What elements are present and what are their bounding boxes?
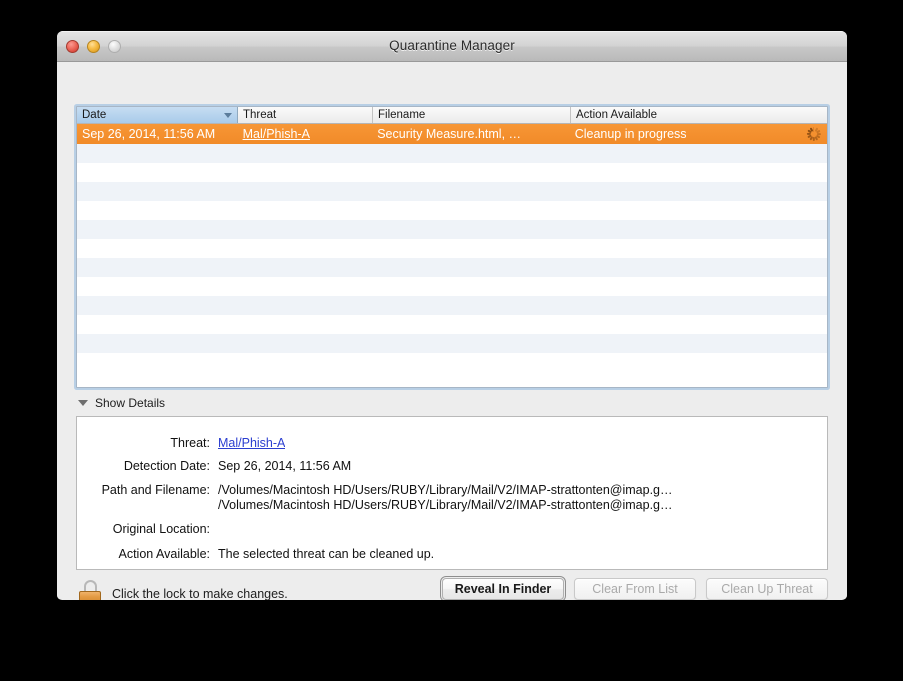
table-row-empty[interactable] xyxy=(77,353,827,372)
action-button-row: Reveal In Finder Clear From List Clean U… xyxy=(440,576,828,600)
table-row[interactable]: Sep 26, 2014, 11:56 AM Mal/Phish-A Secur… xyxy=(77,124,827,144)
lock-hint-text: Click the lock to make changes. xyxy=(112,586,288,601)
cell-threat[interactable]: Mal/Phish-A xyxy=(238,127,373,141)
detail-label-detection-date: Detection Date: xyxy=(123,459,210,473)
detail-value-action-available: The selected threat can be cleaned up. xyxy=(218,547,435,561)
table-row-empty[interactable] xyxy=(77,277,827,296)
detail-label-path: Path and Filename: xyxy=(101,483,210,497)
detail-value-detection-date: Sep 26, 2014, 11:56 AM xyxy=(218,459,352,473)
show-details-disclosure[interactable]: Show Details xyxy=(78,396,165,410)
column-header-threat[interactable]: Threat xyxy=(238,107,373,123)
detail-row-detection-date: Detection Date: Sep 26, 2014, 11:56 AM xyxy=(77,459,827,473)
sort-descending-icon xyxy=(224,113,232,118)
spinner-icon xyxy=(806,127,821,142)
table-body: Sep 26, 2014, 11:56 AM Mal/Phish-A Secur… xyxy=(77,124,827,387)
detail-label-action-available: Action Available: xyxy=(118,547,211,561)
lock-body xyxy=(79,591,101,600)
detail-label-threat: Threat: xyxy=(170,436,210,450)
clean-up-threat-button[interactable]: Clean Up Threat xyxy=(706,578,828,600)
details-panel: Threat: Mal/Phish-A Detection Date: Sep … xyxy=(76,416,828,570)
column-header-filename[interactable]: Filename xyxy=(373,107,571,123)
clear-from-list-button[interactable]: Clear From List xyxy=(574,578,696,600)
lock-area[interactable]: Click the lock to make changes. xyxy=(79,580,288,600)
detail-row-action-available: Action Available: The selected threat ca… xyxy=(77,547,827,561)
table-row-empty[interactable] xyxy=(77,239,827,258)
column-header-date[interactable]: Date xyxy=(77,107,238,123)
row-progress-cell xyxy=(795,127,827,142)
table-row-empty[interactable] xyxy=(77,258,827,277)
quarantine-table[interactable]: Date Threat Filename Action Available Se… xyxy=(76,106,828,388)
column-header-date-label: Date xyxy=(82,109,107,121)
cell-filename: Security Measure.html, … xyxy=(377,127,522,141)
cell-date: Sep 26, 2014, 11:56 AM xyxy=(82,127,216,141)
column-header-action-label: Action Available xyxy=(576,109,657,121)
triangle-down-icon xyxy=(78,400,88,406)
detail-value-path-2: /Volumes/Macintosh HD/Users/RUBY/Library… xyxy=(218,498,673,512)
reveal-in-finder-button[interactable]: Reveal In Finder xyxy=(440,576,566,600)
quarantine-manager-window: Quarantine Manager Date Threat Filename … xyxy=(57,31,847,600)
detail-row-path: Path and Filename: /Volumes/Macintosh HD… xyxy=(77,483,827,497)
table-row-empty[interactable] xyxy=(77,182,827,201)
table-row-empty[interactable] xyxy=(77,315,827,334)
detail-value-path-1: /Volumes/Macintosh HD/Users/RUBY/Library… xyxy=(218,483,673,497)
detail-row-threat: Threat: Mal/Phish-A xyxy=(77,436,827,450)
window-title: Quarantine Manager xyxy=(389,38,515,53)
detail-row-original-location: Original Location: xyxy=(77,522,827,536)
table-row-empty[interactable] xyxy=(77,144,827,163)
column-header-action-available[interactable]: Action Available xyxy=(571,107,827,123)
window-titlebar[interactable]: Quarantine Manager xyxy=(57,31,847,62)
column-header-threat-label: Threat xyxy=(243,109,277,121)
lock-closed-icon[interactable] xyxy=(79,580,101,600)
table-row-empty[interactable] xyxy=(77,296,827,315)
detail-row-path-second: /Volumes/Macintosh HD/Users/RUBY/Library… xyxy=(77,498,827,512)
detail-label-original-location: Original Location: xyxy=(112,522,210,536)
table-row-empty[interactable] xyxy=(77,334,827,353)
table-row-empty[interactable] xyxy=(77,163,827,182)
cell-action-available: Cleanup in progress xyxy=(574,127,687,141)
table-header-row: Date Threat Filename Action Available xyxy=(77,107,827,124)
detail-value-threat: Mal/Phish-A xyxy=(218,436,285,450)
table-row-empty[interactable] xyxy=(77,220,827,239)
window-body: Date Threat Filename Action Available Se… xyxy=(57,62,847,600)
detail-threat-link[interactable]: Mal/Phish-A xyxy=(218,436,285,450)
table-row-empty[interactable] xyxy=(77,201,827,220)
column-header-filename-label: Filename xyxy=(378,109,426,121)
threat-link[interactable]: Mal/Phish-A xyxy=(243,127,310,141)
show-details-label: Show Details xyxy=(95,396,166,410)
